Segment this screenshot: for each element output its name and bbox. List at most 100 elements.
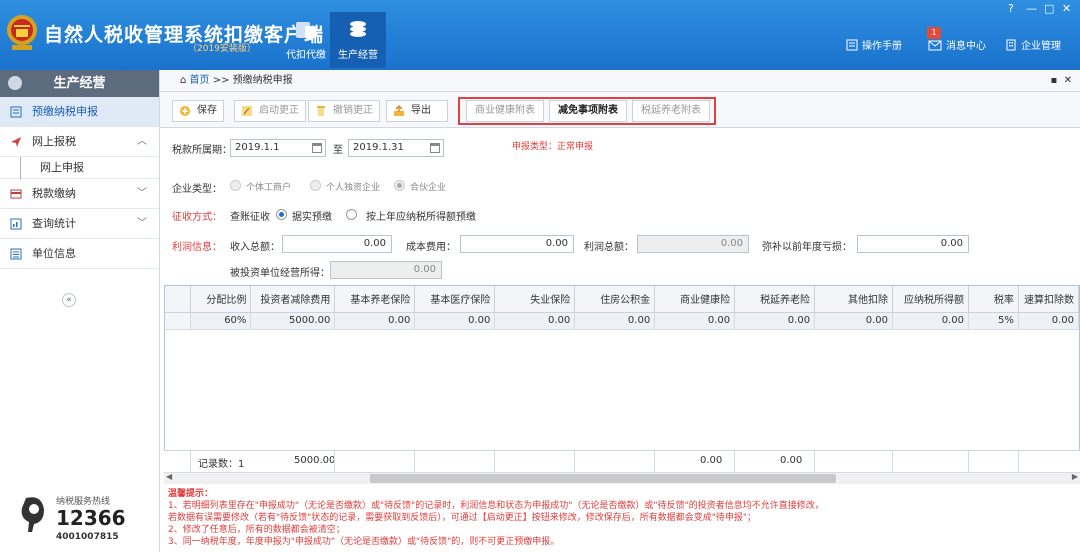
export-button[interactable]: 导出 xyxy=(386,100,448,122)
table-cell: 0.00 xyxy=(734,312,816,330)
levy-method-label: 征收方式： xyxy=(172,212,222,223)
hotline-number: 12366 xyxy=(56,506,126,530)
breadcrumb-home[interactable]: 首页 xyxy=(190,75,210,86)
table-header: 基本医疗保险 xyxy=(414,286,496,313)
table-cell: 0.00 xyxy=(414,312,496,330)
tip-line: 1、若明细列表里存在"申报成功"（无论是否缴款）或"待反馈"的记录时，利润信息和… xyxy=(168,501,824,511)
horizontal-scrollbar[interactable]: ◀ ▶ xyxy=(164,472,1080,484)
calendar-icon[interactable] xyxy=(312,143,322,153)
scroll-left-icon[interactable]: ◀ xyxy=(166,472,172,481)
footer-divider xyxy=(334,451,335,473)
table-cell: 5% xyxy=(968,312,1019,330)
trash-icon xyxy=(317,106,325,116)
period-from-value: 2019.1.1 xyxy=(235,142,280,153)
record-count: 记录数：1 xyxy=(198,459,245,470)
cost-input[interactable]: 0.00 xyxy=(460,235,574,253)
profit-total-input: 0.00 xyxy=(637,235,749,253)
sidebar-item-prepay[interactable]: 预缴纳税申报 xyxy=(0,97,159,127)
sidebar-subitem-online-declare[interactable]: 网上申报 xyxy=(0,157,159,179)
levy-last-year-label: 按上年应纳税所得额预缴 xyxy=(366,212,476,223)
table-row[interactable]: 60% 5000.00 0.00 0.00 0.00 0.00 0.00 0.0… xyxy=(165,312,1079,330)
nav-production-label: 生产经营 xyxy=(338,50,378,61)
company-manage-link[interactable]: 企业管理 xyxy=(1005,37,1061,52)
sidebar-item-label: 税款缴纳 xyxy=(32,187,76,200)
sidebar-item-unit-info[interactable]: 单位信息 xyxy=(0,239,159,269)
chevron-down-icon: ﹀ xyxy=(137,218,147,229)
detail-grid: 分配比例 投资者减除费用 基本养老保险 基本医疗保险 失业保险 住房公积金 商业… xyxy=(164,285,1080,475)
tip-line: 2、修改了任意后，所有的数据都会被清空； xyxy=(168,525,345,535)
nav-withholding[interactable]: 代扣代缴 xyxy=(278,12,334,68)
scroll-right-icon[interactable]: ▶ xyxy=(1072,472,1078,481)
cancel-correction-button[interactable]: 撤销更正 xyxy=(308,100,380,122)
tax-deferred-pension-attachment-button[interactable]: 税延养老附表 xyxy=(632,100,710,122)
tab-controls[interactable]: ▪ ✕ xyxy=(1050,70,1072,92)
levy-actual-radio[interactable] xyxy=(276,209,287,220)
table-cell: 0.00 xyxy=(334,312,416,330)
start-correction-button[interactable]: 启动更正 xyxy=(234,100,306,122)
grid-footer: 记录数：1 5000.00 0.00 0.00 xyxy=(164,450,1080,473)
save-button[interactable]: 保存 xyxy=(172,100,224,122)
manual-link[interactable]: 操作手册 xyxy=(846,37,902,52)
table-cell: 0.00 xyxy=(494,312,576,330)
restore-button[interactable]: □ xyxy=(1044,2,1054,15)
cost-label: 成本费用： xyxy=(406,242,456,253)
sidebar-collapse-button[interactable]: « xyxy=(62,293,76,307)
toolbar: 保存 启动更正 撤销更正 导出 商业健康附表 减免事项附表 税延养老附表 xyxy=(160,92,1080,128)
period-to-label: 至 xyxy=(333,145,343,156)
footer-divider xyxy=(494,451,495,473)
list-icon xyxy=(10,248,22,260)
sidebar-item-label: 查询统计 xyxy=(32,217,76,230)
sidebar-item-query[interactable]: 查询统计 ﹀ xyxy=(0,209,159,239)
exemption-attachment-button[interactable]: 减免事项附表 xyxy=(549,100,627,122)
sidebar-item-label: 预缴纳税申报 xyxy=(32,105,98,118)
footer-divider xyxy=(574,451,575,473)
form-icon xyxy=(10,106,22,118)
hotline: 纳税服务热线 12366 4001007815 xyxy=(16,490,126,546)
calendar-icon[interactable] xyxy=(430,143,440,153)
payment-icon xyxy=(10,189,22,199)
company-type-individual-radio[interactable] xyxy=(230,180,241,191)
table-header: 失业保险 xyxy=(494,286,576,313)
scrollbar-thumb[interactable] xyxy=(370,474,836,483)
chevron-down-icon: ﹀ xyxy=(137,188,147,199)
levy-last-year-radio[interactable] xyxy=(346,209,357,220)
sidebar-header: 生产经营 xyxy=(0,70,159,97)
breadcrumb-current: 预缴纳税申报 xyxy=(232,75,293,86)
minimize-button[interactable]: — xyxy=(1026,2,1037,15)
footer-divider xyxy=(892,451,893,473)
breadcrumb-separator: >> xyxy=(212,75,230,86)
sidebar-item-payment[interactable]: 税款缴纳 ﹀ xyxy=(0,179,159,209)
footer-divider xyxy=(414,451,415,473)
table-cell: 0.00 xyxy=(1018,312,1079,330)
table-cell: 0.00 xyxy=(574,312,656,330)
message-center-link[interactable]: 消息中心 xyxy=(928,37,986,52)
help-button[interactable]: ? xyxy=(1008,2,1014,15)
building-icon xyxy=(1006,39,1016,50)
table-header: 投资者减除费用 xyxy=(250,286,336,313)
close-button[interactable]: ✕ xyxy=(1062,2,1071,15)
income-input[interactable]: 0.00 xyxy=(282,235,392,253)
loss-input[interactable]: 0.00 xyxy=(857,235,969,253)
send-icon xyxy=(11,137,21,147)
title-bar: 自然人税收管理系统扣缴客户端 （2019安装版） 代扣代缴 生产经营 ? — □… xyxy=(0,0,1080,70)
hotline-sub-number: 4001007815 xyxy=(56,532,119,542)
footer-divider xyxy=(1018,451,1019,473)
company-type-sole-radio[interactable] xyxy=(310,180,321,191)
company-type-partnership-radio[interactable] xyxy=(394,180,405,191)
company-type-individual-label: 个体工商户 xyxy=(246,183,292,193)
period-from-input[interactable]: 2019.1.1 xyxy=(230,139,326,157)
commercial-health-attachment-button[interactable]: 商业健康附表 xyxy=(466,100,544,122)
footer-pension-total: 0.00 xyxy=(780,455,803,466)
sidebar-item-online-tax[interactable]: 网上报税 ︿ xyxy=(0,127,159,157)
period-to-input[interactable]: 2019.1.31 xyxy=(348,139,444,157)
footer-commercial-total: 0.00 xyxy=(700,455,723,466)
tip-line: 3、同一纳税年度，年度申报为"申报成功"（无论是否缴款）或"待反馈"的，则不可更… xyxy=(168,537,560,547)
declaration-type: 申报类型：正常申报 xyxy=(512,142,594,152)
chart-icon xyxy=(10,218,22,230)
table-cell-select[interactable] xyxy=(165,312,192,330)
detail-table: 分配比例 投资者减除费用 基本养老保险 基本医疗保险 失业保险 住房公积金 商业… xyxy=(165,286,1079,330)
nav-production[interactable]: 生产经营 xyxy=(330,12,386,68)
period-label: 税款所属期： xyxy=(172,145,232,156)
coins-icon xyxy=(350,21,366,37)
start-correction-label: 启动更正 xyxy=(259,105,299,116)
